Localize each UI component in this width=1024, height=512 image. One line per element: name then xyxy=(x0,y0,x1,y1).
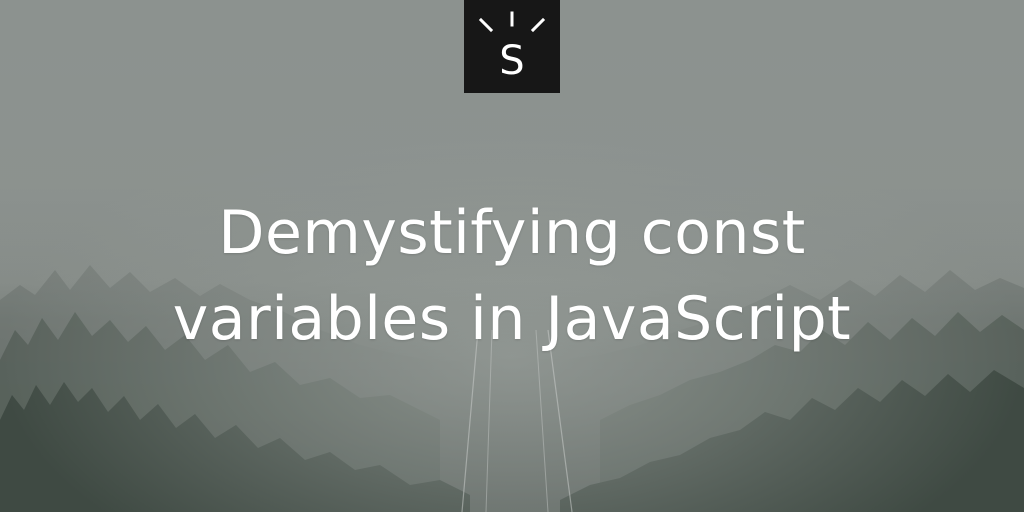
sitepoint-logo[interactable]: S xyxy=(464,0,560,93)
post-title-line-1: Demystifying const xyxy=(218,198,806,268)
post-title-line-2: variables in JavaScript xyxy=(172,284,852,354)
post-title: Demystifying const variables in JavaScri… xyxy=(0,190,1024,362)
logo-letter: S xyxy=(499,38,524,84)
sun-rays-icon: S xyxy=(478,11,546,84)
